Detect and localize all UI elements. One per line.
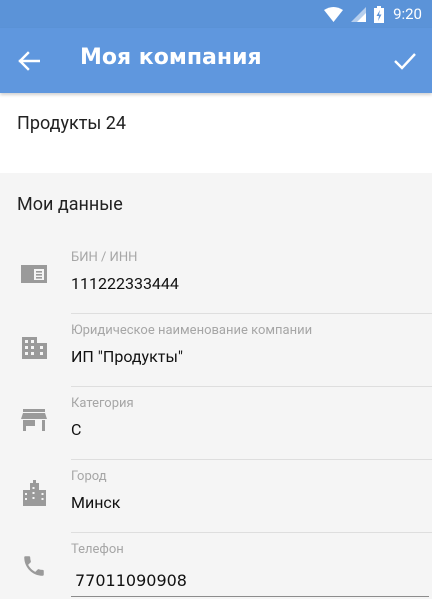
city-icon [19,478,49,508]
section-title: Мои данные [17,194,123,215]
status-bar: 9:20 [0,0,432,28]
app-toolbar: Моя компания [0,28,432,93]
building-icon [19,332,49,362]
field-label: Город [71,469,107,484]
field-phone: Телефон [0,533,432,599]
field-value[interactable]: Минск [71,493,120,512]
field-value[interactable]: C [71,420,81,439]
field-legal-name[interactable]: Юридическое наименование компании ИП "Пр… [0,314,432,387]
field-label: Юридическое наименование компании [71,323,313,338]
id-card-icon [19,259,49,289]
cellular-signal-icon [351,6,367,22]
field-label: Категория [71,396,134,411]
field-value[interactable]: ИП "Продукты" [71,347,183,366]
phone-icon [19,551,49,581]
field-value[interactable]: 111222333444 [71,274,179,293]
field-city[interactable]: Город Минск [0,460,432,533]
section-header: Мои данные [0,173,432,241]
status-time: 9:20 [393,5,422,23]
page-title: Моя компания [80,45,262,70]
field-category[interactable]: Категория C [0,387,432,460]
field-label: Телефон [71,542,124,557]
company-name-row[interactable]: Продукты 24 [0,93,432,173]
check-icon[interactable] [392,48,418,74]
battery-charging-icon [374,5,385,23]
field-bin-inn[interactable]: БИН / ИНН 111222333444 [0,241,432,314]
arrow-back-icon[interactable] [16,48,42,74]
field-label: БИН / ИНН [71,250,138,265]
company-name: Продукты 24 [17,113,127,134]
wifi-icon [324,6,344,22]
phone-field[interactable] [71,559,429,597]
store-icon [19,405,49,435]
